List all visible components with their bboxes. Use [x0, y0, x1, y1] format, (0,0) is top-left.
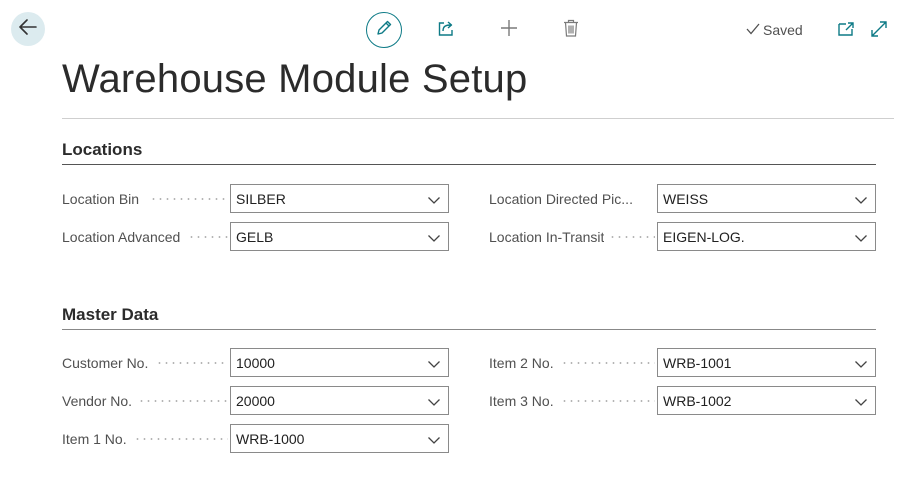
chevron-down-icon	[854, 357, 868, 369]
field-label: Location Bin	[62, 190, 140, 207]
field-location-advanced: Location Advanced GELB	[62, 222, 449, 251]
item-2-no-dropdown[interactable]: WRB-1001	[657, 348, 876, 377]
open-in-new-window-button[interactable]	[836, 21, 856, 41]
field-item-2-no: Item 2 No. WRB-1001	[489, 348, 876, 377]
field-value: WRB-1002	[663, 392, 732, 409]
section-header-locations[interactable]: Locations	[62, 140, 876, 165]
field-location-in-transit: Location In-Transit EIGEN-LOG.	[489, 222, 876, 251]
field-vendor-no: Vendor No. 20000	[62, 386, 449, 415]
field-label: Item 2 No.	[489, 354, 554, 371]
location-bin-dropdown[interactable]: SILBER	[230, 184, 449, 213]
chevron-down-icon	[427, 357, 441, 369]
field-label: Vendor No.	[62, 392, 133, 409]
title-divider	[62, 118, 894, 119]
new-button[interactable]	[499, 19, 519, 42]
customer-no-dropdown[interactable]: 10000	[230, 348, 449, 377]
location-in-transit-dropdown[interactable]: EIGEN-LOG.	[657, 222, 876, 251]
open-in-new-window-icon	[837, 21, 855, 42]
share-button[interactable]	[436, 20, 456, 40]
saved-status: Saved	[746, 22, 803, 38]
chevron-down-icon	[427, 231, 441, 243]
saved-label: Saved	[763, 22, 803, 38]
trash-icon	[563, 19, 579, 42]
section-title-locations: Locations	[62, 140, 143, 159]
item-3-no-dropdown[interactable]: WRB-1002	[657, 386, 876, 415]
chevron-down-icon	[854, 193, 868, 205]
item-1-no-dropdown[interactable]: WRB-1000	[230, 424, 449, 453]
action-toolbar: Saved	[0, 12, 915, 50]
field-location-directed-pick: Location Directed Pic... WEISS	[489, 184, 876, 213]
field-value: SILBER	[236, 190, 286, 207]
field-item-3-no: Item 3 No. WRB-1002	[489, 386, 876, 415]
field-label: Item 1 No.	[62, 430, 127, 447]
checkmark-icon	[746, 22, 760, 38]
location-advanced-dropdown[interactable]: GELB	[230, 222, 449, 251]
chevron-down-icon	[854, 395, 868, 407]
section-title-master-data: Master Data	[62, 305, 159, 324]
share-icon	[437, 19, 455, 42]
chevron-down-icon	[427, 395, 441, 407]
field-label: Location Directed Pic...	[489, 190, 633, 207]
plus-icon	[500, 19, 518, 42]
field-customer-no: Customer No. 10000	[62, 348, 449, 377]
field-value: GELB	[236, 228, 274, 245]
field-label: Item 3 No.	[489, 392, 554, 409]
field-label: Location In-Transit	[489, 228, 605, 245]
chevron-down-icon	[854, 231, 868, 243]
chevron-down-icon	[427, 433, 441, 445]
field-value: WEISS	[663, 190, 709, 207]
page-title: Warehouse Module Setup	[62, 57, 528, 101]
field-value: 20000	[236, 392, 275, 409]
location-directed-pick-dropdown[interactable]: WEISS	[657, 184, 876, 213]
delete-button[interactable]	[561, 19, 581, 42]
expand-diagonal-icon	[870, 20, 888, 43]
field-value: WRB-1000	[236, 430, 305, 447]
field-item-1-no: Item 1 No. WRB-1000	[62, 424, 449, 453]
pencil-icon	[375, 19, 393, 42]
section-divider	[62, 164, 876, 165]
section-header-master-data[interactable]: Master Data	[62, 305, 876, 330]
vendor-no-dropdown[interactable]: 20000	[230, 386, 449, 415]
field-value: 10000	[236, 354, 275, 371]
chevron-down-icon	[427, 193, 441, 205]
field-value: EIGEN-LOG.	[663, 228, 745, 245]
edit-button[interactable]	[366, 12, 402, 48]
field-label: Location Advanced	[62, 228, 181, 245]
expand-button[interactable]	[869, 20, 889, 43]
field-label: Customer No.	[62, 354, 149, 371]
field-location-bin: Location Bin SILBER	[62, 184, 449, 213]
field-value: WRB-1001	[663, 354, 732, 371]
section-divider	[62, 329, 876, 330]
